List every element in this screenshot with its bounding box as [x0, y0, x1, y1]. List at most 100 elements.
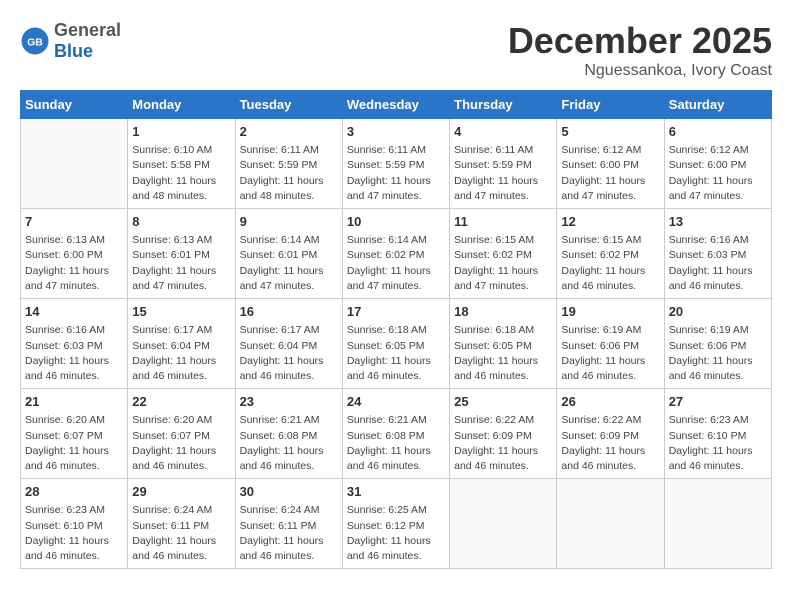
day-info: Sunrise: 6:15 AM Sunset: 6:02 PM Dayligh…: [561, 233, 659, 294]
day-of-week-header: Thursday: [450, 91, 557, 119]
day-info: Sunrise: 6:15 AM Sunset: 6:02 PM Dayligh…: [454, 233, 552, 294]
day-of-week-header: Monday: [128, 91, 235, 119]
day-number: 25: [454, 393, 552, 411]
day-info: Sunrise: 6:10 AM Sunset: 5:58 PM Dayligh…: [132, 143, 230, 204]
day-info: Sunrise: 6:22 AM Sunset: 6:09 PM Dayligh…: [561, 413, 659, 474]
day-info: Sunrise: 6:16 AM Sunset: 6:03 PM Dayligh…: [25, 323, 123, 384]
day-number: 20: [669, 303, 767, 321]
day-number: 15: [132, 303, 230, 321]
day-info: Sunrise: 6:22 AM Sunset: 6:09 PM Dayligh…: [454, 413, 552, 474]
calendar-cell: 12Sunrise: 6:15 AM Sunset: 6:02 PM Dayli…: [557, 209, 664, 299]
calendar-cell: 24Sunrise: 6:21 AM Sunset: 6:08 PM Dayli…: [342, 389, 449, 479]
location: Nguessankoa, Ivory Coast: [508, 62, 772, 80]
calendar-cell: 23 Sunrise: 6:21 AM Sunset: 6:08 PM Dayli…: [235, 389, 342, 479]
calendar-cell: 2Sunrise: 6:11 AM Sunset: 5:59 PM Daylig…: [235, 119, 342, 209]
calendar-cell: [664, 479, 771, 569]
calendar-cell: 11Sunrise: 6:15 AM Sunset: 6:02 PM Dayli…: [450, 209, 557, 299]
day-number: 27: [669, 393, 767, 411]
day-info: Sunrise: 6:13 AM Sunset: 6:01 PM Dayligh…: [132, 233, 230, 294]
day-info: Sunrise: 6:18 AM Sunset: 6:05 PM Dayligh…: [454, 323, 552, 384]
day-info: Sunrise: 6:13 AM Sunset: 6:00 PM Dayligh…: [25, 233, 123, 294]
calendar-week-row: 14 Sunrise: 6:16 AM Sunset: 6:03 PM Dayli…: [21, 299, 772, 389]
logo-general: General: [54, 20, 121, 41]
day-info: Sunrise: 6:14 AM Sunset: 6:02 PM Dayligh…: [347, 233, 445, 294]
day-info: Sunrise: 6:19 AM Sunset: 6:06 PM Dayligh…: [669, 323, 767, 384]
day-number: 23: [240, 393, 338, 411]
page-header: GB General Blue December 2025 Nguessanko…: [20, 20, 772, 80]
day-info: Sunrise: 6:12 AM Sunset: 6:00 PM Dayligh…: [669, 143, 767, 204]
day-info: Sunrise: 6:19 AM Sunset: 6:06 PM Dayligh…: [561, 323, 659, 384]
calendar-table: SundayMondayTuesdayWednesdayThursdayFrid…: [20, 90, 772, 569]
day-info: Sunrise: 6:18 AM Sunset: 6:05 PM Dayligh…: [347, 323, 445, 384]
day-number: 5: [561, 123, 659, 141]
calendar-cell: 6 Sunrise: 6:12 AM Sunset: 6:00 PM Daylig…: [664, 119, 771, 209]
calendar-cell: 30 Sunrise: 6:24 AM Sunset: 6:11 PM Dayli…: [235, 479, 342, 569]
logo: GB General Blue: [20, 20, 121, 62]
calendar-cell: 17Sunrise: 6:18 AM Sunset: 6:05 PM Dayli…: [342, 299, 449, 389]
day-number: 6: [669, 123, 767, 141]
calendar-cell: 20 Sunrise: 6:19 AM Sunset: 6:06 PM Dayli…: [664, 299, 771, 389]
logo-text: General Blue: [54, 20, 121, 62]
day-number: 2: [240, 123, 338, 141]
day-info: Sunrise: 6:24 AM Sunset: 6:11 PM Dayligh…: [240, 503, 338, 564]
day-info: Sunrise: 6:24 AM Sunset: 6:11 PM Dayligh…: [132, 503, 230, 564]
day-number: 10: [347, 213, 445, 231]
day-of-week-header: Sunday: [21, 91, 128, 119]
day-of-week-header: Tuesday: [235, 91, 342, 119]
calendar-cell: 14 Sunrise: 6:16 AM Sunset: 6:03 PM Dayli…: [21, 299, 128, 389]
day-number: 14: [25, 303, 123, 321]
day-number: 30: [240, 483, 338, 501]
day-number: 26: [561, 393, 659, 411]
calendar-cell: 27 Sunrise: 6:23 AM Sunset: 6:10 PM Dayli…: [664, 389, 771, 479]
calendar-cell: 15 Sunrise: 6:17 AM Sunset: 6:04 PM Dayli…: [128, 299, 235, 389]
calendar-cell: 28Sunrise: 6:23 AM Sunset: 6:10 PM Dayli…: [21, 479, 128, 569]
day-info: Sunrise: 6:16 AM Sunset: 6:03 PM Dayligh…: [669, 233, 767, 294]
day-number: 4: [454, 123, 552, 141]
day-info: Sunrise: 6:17 AM Sunset: 6:04 PM Dayligh…: [132, 323, 230, 384]
svg-text:GB: GB: [27, 37, 43, 49]
calendar-cell: 19 Sunrise: 6:19 AM Sunset: 6:06 PM Dayli…: [557, 299, 664, 389]
day-number: 1: [132, 123, 230, 141]
calendar-cell: 7 Sunrise: 6:13 AM Sunset: 6:00 PM Daylig…: [21, 209, 128, 299]
day-number: 18: [454, 303, 552, 321]
day-number: 31: [347, 483, 445, 501]
day-of-week-header: Friday: [557, 91, 664, 119]
day-number: 3: [347, 123, 445, 141]
day-number: 9: [240, 213, 338, 231]
day-info: Sunrise: 6:23 AM Sunset: 6:10 PM Dayligh…: [25, 503, 123, 564]
day-number: 24: [347, 393, 445, 411]
day-number: 19: [561, 303, 659, 321]
logo-icon: GB: [20, 26, 50, 56]
calendar-cell: 31 Sunrise: 6:25 AM Sunset: 6:12 PM Dayli…: [342, 479, 449, 569]
day-number: 22: [132, 393, 230, 411]
day-number: 29: [132, 483, 230, 501]
calendar-cell: [21, 119, 128, 209]
calendar-cell: 8Sunrise: 6:13 AM Sunset: 6:01 PM Daylig…: [128, 209, 235, 299]
day-number: 7: [25, 213, 123, 231]
day-info: Sunrise: 6:14 AM Sunset: 6:01 PM Dayligh…: [240, 233, 338, 294]
calendar-week-row: 7 Sunrise: 6:13 AM Sunset: 6:00 PM Daylig…: [21, 209, 772, 299]
day-info: Sunrise: 6:20 AM Sunset: 6:07 PM Dayligh…: [25, 413, 123, 474]
calendar-cell: 10 Sunrise: 6:14 AM Sunset: 6:02 PM Dayli…: [342, 209, 449, 299]
calendar-week-row: 21 Sunrise: 6:20 AM Sunset: 6:07 PM Dayli…: [21, 389, 772, 479]
day-info: Sunrise: 6:17 AM Sunset: 6:04 PM Dayligh…: [240, 323, 338, 384]
calendar-cell: 16Sunrise: 6:17 AM Sunset: 6:04 PM Dayli…: [235, 299, 342, 389]
day-number: 21: [25, 393, 123, 411]
day-number: 13: [669, 213, 767, 231]
calendar-cell: 5 Sunrise: 6:12 AM Sunset: 6:00 PM Daylig…: [557, 119, 664, 209]
calendar-cell: 26 Sunrise: 6:22 AM Sunset: 6:09 PM Dayli…: [557, 389, 664, 479]
day-info: Sunrise: 6:11 AM Sunset: 5:59 PM Dayligh…: [347, 143, 445, 204]
day-info: Sunrise: 6:11 AM Sunset: 5:59 PM Dayligh…: [454, 143, 552, 204]
day-info: Sunrise: 6:25 AM Sunset: 6:12 PM Dayligh…: [347, 503, 445, 564]
day-info: Sunrise: 6:21 AM Sunset: 6:08 PM Dayligh…: [240, 413, 338, 474]
day-info: Sunrise: 6:12 AM Sunset: 6:00 PM Dayligh…: [561, 143, 659, 204]
calendar-header-row: SundayMondayTuesdayWednesdayThursdayFrid…: [21, 91, 772, 119]
calendar-cell: 4 Sunrise: 6:11 AM Sunset: 5:59 PM Daylig…: [450, 119, 557, 209]
day-info: Sunrise: 6:20 AM Sunset: 6:07 PM Dayligh…: [132, 413, 230, 474]
calendar-cell: 9 Sunrise: 6:14 AM Sunset: 6:01 PM Daylig…: [235, 209, 342, 299]
calendar-cell: 22 Sunrise: 6:20 AM Sunset: 6:07 PM Dayli…: [128, 389, 235, 479]
day-of-week-header: Saturday: [664, 91, 771, 119]
day-of-week-header: Wednesday: [342, 91, 449, 119]
calendar-week-row: 1 Sunrise: 6:10 AM Sunset: 5:58 PM Daylig…: [21, 119, 772, 209]
day-info: Sunrise: 6:23 AM Sunset: 6:10 PM Dayligh…: [669, 413, 767, 474]
